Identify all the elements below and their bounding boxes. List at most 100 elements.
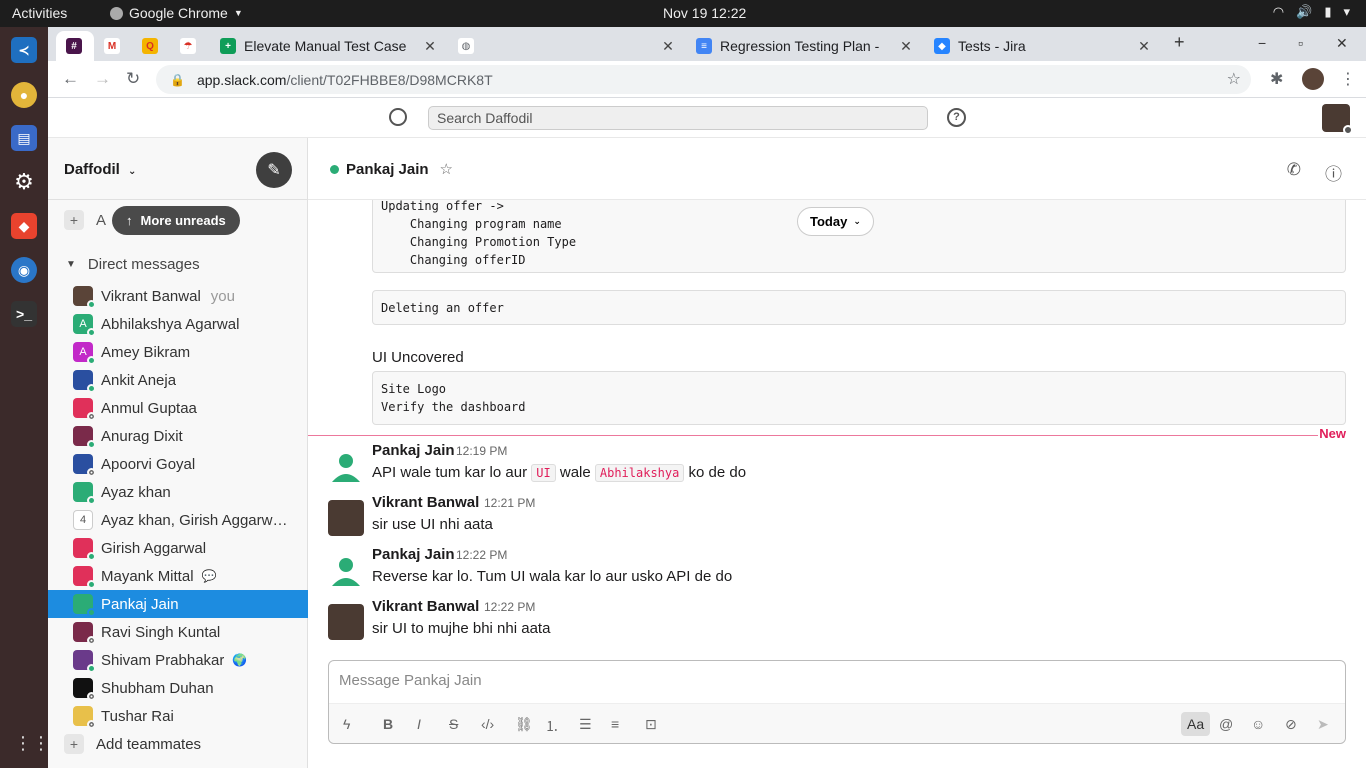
add-teammates-row[interactable]: + Add teammates	[64, 734, 201, 754]
forward-button[interactable]: →	[94, 69, 111, 89]
dm-item[interactable]: A Abhilakshya Agarwal	[48, 310, 308, 338]
dm-item[interactable]: Ayaz khan	[48, 478, 308, 506]
dm-item[interactable]: Ravi Singh Kuntal	[48, 618, 308, 646]
dm-item[interactable]: Girish Aggarwal	[48, 534, 308, 562]
close-icon[interactable]: ✕	[658, 38, 678, 55]
tab-gmail[interactable]: M	[94, 31, 132, 61]
dm-name: Vikrant Banwal	[101, 287, 201, 305]
extensions-icon[interactable]: ✱	[1270, 69, 1283, 89]
message-time[interactable]: 12:22 PM	[484, 600, 535, 614]
avatar[interactable]	[328, 552, 364, 588]
tab-jira[interactable]: ◆ Tests - Jira ✕	[924, 31, 1160, 61]
composer-input[interactable]: Message Pankaj Jain	[339, 672, 482, 689]
chrome-icon[interactable]: ●	[11, 82, 37, 108]
shortcuts-icon[interactable]: ϟ	[343, 716, 350, 732]
terminal-icon[interactable]: >_	[11, 301, 37, 327]
link-icon[interactable]: ⛓	[515, 716, 533, 733]
message-author[interactable]: Vikrant Banwal	[372, 494, 479, 511]
settings-icon[interactable]: ⚙	[11, 169, 37, 195]
star-icon[interactable]: ☆	[440, 160, 453, 178]
blockquote-icon[interactable]: ≡	[611, 716, 619, 732]
history-icon[interactable]	[389, 108, 407, 126]
avatar: A	[73, 314, 96, 337]
message-author[interactable]: Pankaj Jain	[372, 546, 455, 563]
attachment-icon[interactable]: ⊘	[1285, 716, 1297, 733]
dm-item[interactable]: Ankit Aneja	[48, 366, 308, 394]
tab-docs-red[interactable]: Q	[132, 31, 170, 61]
activities-button[interactable]: Activities	[12, 5, 67, 21]
dm-item[interactable]: Anurag Dixit	[48, 422, 308, 450]
tab-slack[interactable]: #	[56, 31, 94, 61]
workspace-name-label: Daffodil	[64, 161, 120, 178]
tab-umbrella[interactable]: ☂	[170, 31, 208, 61]
italic-icon[interactable]: I	[417, 716, 421, 732]
info-icon[interactable]: ⓘ	[1325, 160, 1342, 185]
dm-section-header[interactable]: ▼ Direct messages	[66, 256, 200, 273]
chrome-menu-icon[interactable]: ⋮	[1340, 69, 1356, 89]
avatar[interactable]	[328, 500, 364, 536]
files-icon[interactable]: ▤	[11, 125, 37, 151]
message-author[interactable]: Pankaj Jain	[372, 442, 455, 459]
dm-item[interactable]: Vikrant Banwal you	[48, 282, 308, 310]
dm-item[interactable]: A Amey Bikram	[48, 338, 308, 366]
bold-icon[interactable]: B	[383, 716, 393, 732]
dm-item[interactable]: Pankaj Jain	[48, 590, 308, 618]
url-input[interactable]: 🔒 app.slack.com /client/T02FHBBE8/D98MCR…	[156, 65, 1251, 94]
ordered-list-icon[interactable]: ⒈	[545, 716, 559, 736]
date-divider-button[interactable]: Today ⌄	[797, 207, 874, 236]
app-menu[interactable]: Google Chrome ▼	[110, 5, 243, 21]
code-block-icon[interactable]: ⊡	[645, 716, 657, 733]
strikethrough-icon[interactable]: S	[449, 716, 458, 732]
back-button[interactable]: ←	[62, 69, 79, 89]
bulleted-list-icon[interactable]: ☰	[579, 716, 592, 733]
dm-item[interactable]: 4 Ayaz khan, Girish Aggarwal...	[48, 506, 308, 534]
workspace-name[interactable]: Daffodil ⌄	[64, 161, 136, 178]
dm-item[interactable]: Tushar Rai	[48, 702, 308, 730]
profile-avatar[interactable]	[1302, 68, 1324, 90]
emoji-icon[interactable]: ☺	[1251, 716, 1265, 732]
message-composer[interactable]: Message Pankaj Jain ϟ B I S ‹/› ⛓ ⒈ ☰ ≡ …	[328, 660, 1346, 744]
help-icon[interactable]: ?	[947, 108, 966, 127]
send-icon[interactable]: ➤	[1317, 716, 1329, 733]
bookmark-star-icon[interactable]: ☆	[1227, 69, 1241, 89]
anydesk-icon[interactable]: ◆	[11, 213, 37, 239]
dm-item[interactable]: Apoorvi Goyal	[48, 450, 308, 478]
compose-button[interactable]: ✎	[256, 152, 292, 188]
dm-item[interactable]: Anmul Guptaa	[48, 394, 308, 422]
message-author[interactable]: Vikrant Banwal	[372, 598, 479, 615]
dm-item[interactable]: Mayank Mittal 💬	[48, 562, 308, 590]
close-icon[interactable]: ✕	[896, 38, 916, 55]
close-window-button[interactable]: ✕	[1336, 35, 1348, 52]
dm-item[interactable]: Shivam Prabhakar 🌍	[48, 646, 308, 674]
message-time[interactable]: 12:22 PM	[456, 548, 507, 562]
user-avatar[interactable]	[1322, 104, 1353, 135]
message-text: API wale tum kar lo aur UI wale Abhilaks…	[372, 464, 746, 482]
reload-button[interactable]: ↻	[126, 69, 140, 89]
avatar[interactable]	[328, 604, 364, 640]
maximize-button[interactable]: ▫	[1298, 35, 1303, 51]
mention-icon[interactable]: @	[1219, 716, 1233, 732]
search-input[interactable]: Search Daffodil	[428, 106, 928, 130]
system-tray[interactable]: ◠ 🔊 ▮ ▾	[1273, 4, 1350, 20]
presence-dot	[87, 412, 96, 421]
tab-elevate[interactable]: + Elevate Manual Test Case ✕	[210, 31, 446, 61]
tab-globe[interactable]: ◍ ✕	[448, 31, 684, 61]
add-channel-row[interactable]: + A	[64, 210, 106, 230]
close-icon[interactable]: ✕	[1134, 38, 1154, 55]
close-icon[interactable]: ✕	[420, 38, 440, 55]
tab-regression[interactable]: ≡ Regression Testing Plan - ✕	[686, 31, 922, 61]
vscode-icon[interactable]: ≺	[11, 37, 37, 63]
phone-icon[interactable]: ✆	[1287, 160, 1301, 185]
clock[interactable]: Nov 19 12:22	[663, 5, 746, 21]
more-unreads-button[interactable]: ↑ More unreads	[112, 206, 240, 235]
code-icon[interactable]: ‹/›	[481, 716, 494, 732]
formatting-toggle[interactable]: Aa	[1181, 712, 1211, 736]
avatar[interactable]	[328, 448, 364, 484]
message-time[interactable]: 12:19 PM	[456, 444, 507, 458]
minimize-button[interactable]: −	[1258, 35, 1266, 51]
channel-title[interactable]: Pankaj Jain ☆	[330, 160, 453, 178]
ringcentral-icon[interactable]: ◉	[11, 257, 37, 283]
new-tab-button[interactable]: +	[1174, 32, 1185, 53]
dm-item[interactable]: Shubham Duhan	[48, 674, 308, 702]
message-time[interactable]: 12:21 PM	[484, 496, 535, 510]
